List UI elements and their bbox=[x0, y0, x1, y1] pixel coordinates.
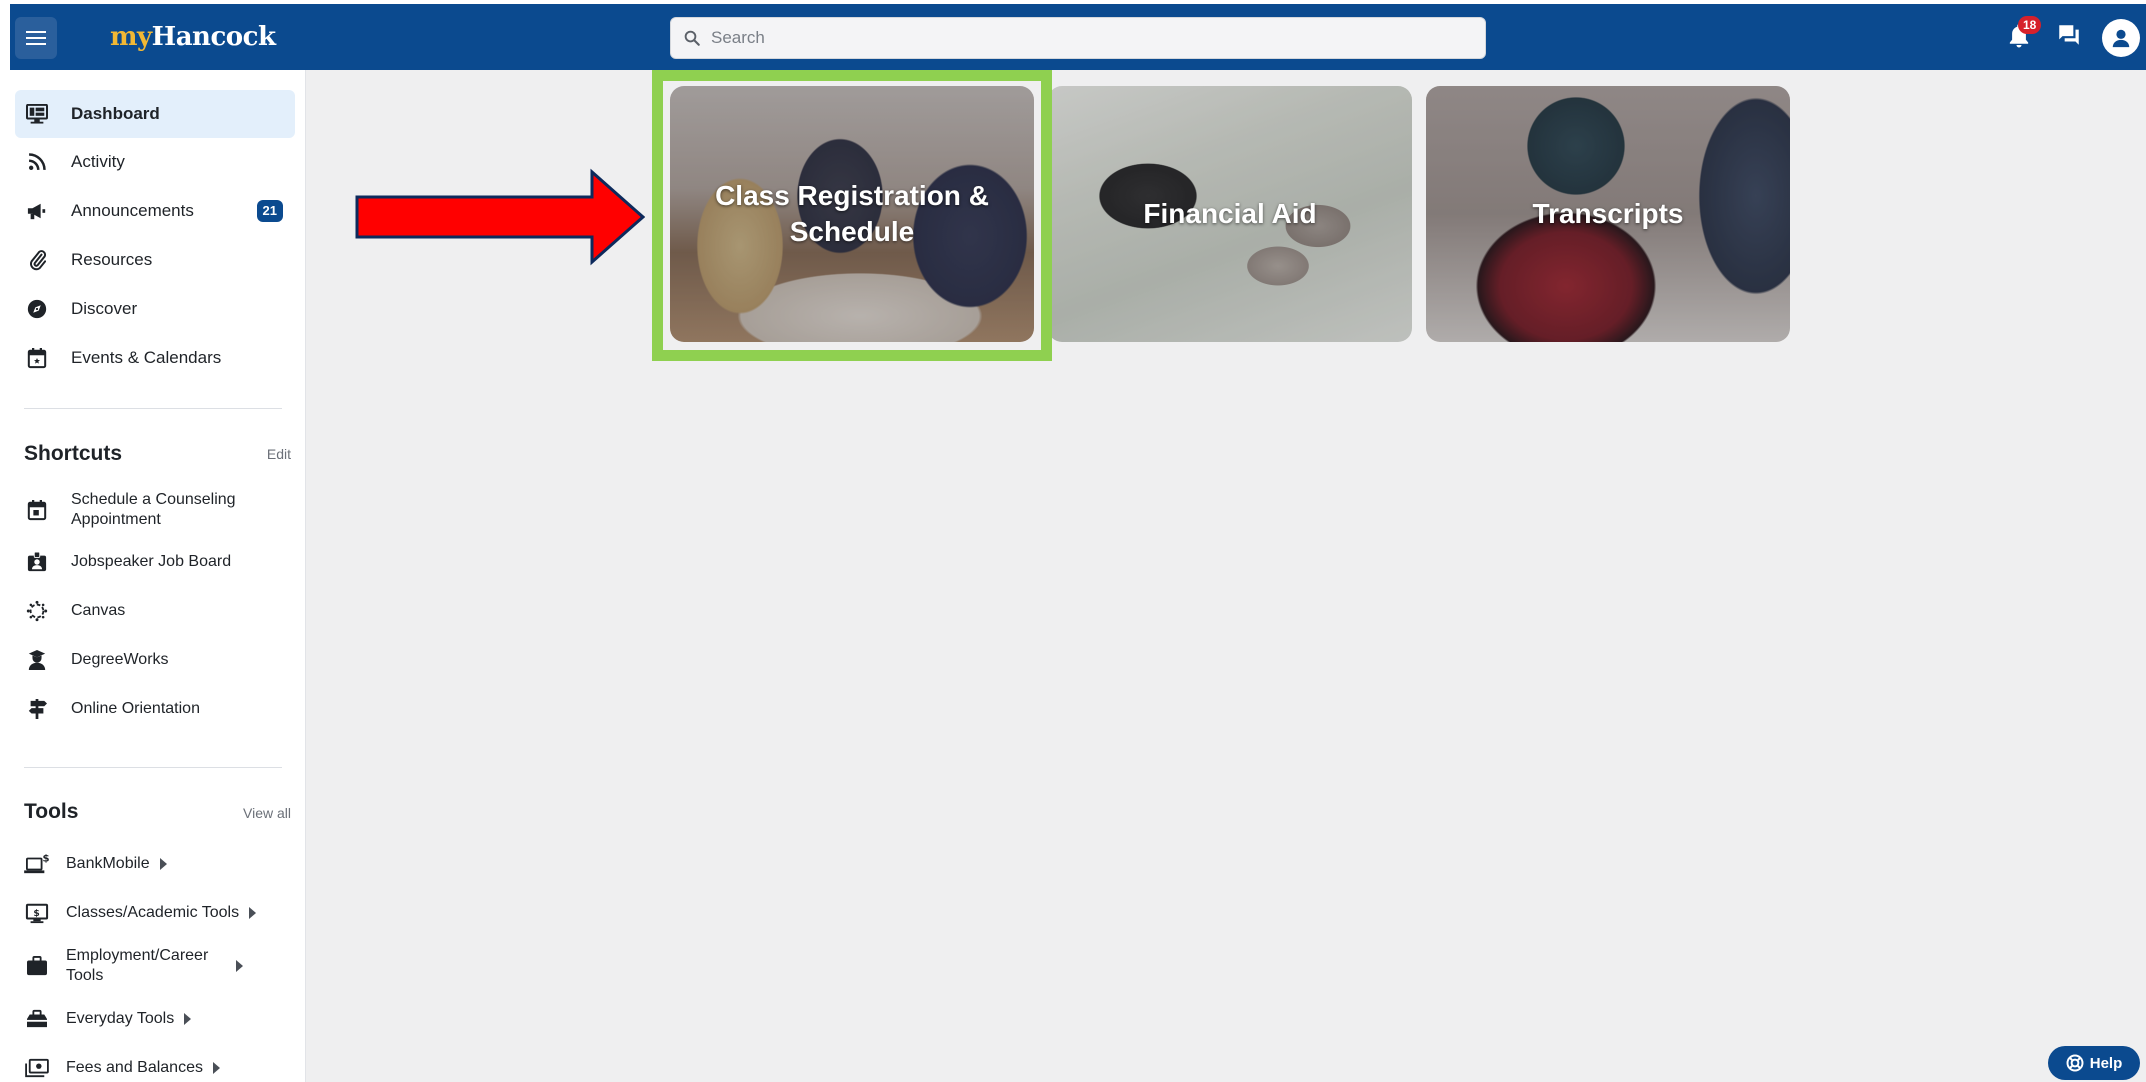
briefcase-icon bbox=[24, 954, 50, 978]
shortcut-schedule-counseling[interactable]: Schedule a Counseling Appointment bbox=[15, 490, 295, 530]
help-button[interactable]: Help bbox=[2048, 1046, 2140, 1080]
money-icon bbox=[24, 1056, 50, 1080]
tool-label: Classes/Academic Tools bbox=[66, 904, 240, 921]
shortcut-label: Canvas bbox=[71, 602, 126, 619]
tool-everyday[interactable]: Everyday Tools bbox=[10, 1007, 295, 1031]
dashboard-icon bbox=[25, 102, 49, 126]
expand-caret-icon[interactable] bbox=[249, 907, 257, 919]
highlight-box-annotation bbox=[652, 70, 1052, 361]
card-financial-aid[interactable]: Financial Aid bbox=[1048, 86, 1412, 342]
sidebar-item-activity[interactable]: Activity bbox=[15, 138, 295, 186]
shortcut-label: Online Orientation bbox=[71, 700, 200, 717]
search-bar[interactable] bbox=[670, 17, 1486, 59]
card-title: Financial Aid bbox=[1143, 198, 1317, 229]
search-icon bbox=[684, 30, 700, 46]
shortcut-canvas[interactable]: Canvas bbox=[15, 599, 295, 623]
sidebar-item-label: Events & Calendars bbox=[71, 348, 222, 367]
megaphone-icon bbox=[25, 199, 49, 223]
sidebar-item-announcements[interactable]: Announcements 21 bbox=[15, 187, 295, 235]
compass-icon bbox=[25, 297, 49, 321]
tool-label: Fees and Balances bbox=[66, 1059, 203, 1076]
sidebar-item-label: Dashboard bbox=[71, 104, 160, 123]
sidebar-divider bbox=[24, 767, 282, 768]
tool-label: BankMobile bbox=[66, 855, 150, 872]
tool-fees-balances[interactable]: Fees and Balances bbox=[10, 1056, 295, 1080]
sidebar-item-events-calendars[interactable]: Events & Calendars bbox=[15, 334, 295, 382]
search-input[interactable] bbox=[711, 28, 1471, 48]
lifebuoy-icon bbox=[2066, 1054, 2084, 1072]
svg-text:$: $ bbox=[33, 908, 39, 919]
sidebar-item-label: Activity bbox=[71, 152, 125, 171]
shortcuts-edit-link[interactable]: Edit bbox=[267, 446, 291, 462]
app-frame: myHancock 18 bbox=[10, 4, 2146, 1082]
hamburger-icon bbox=[26, 31, 46, 45]
sidebar-item-discover[interactable]: Discover bbox=[15, 285, 295, 333]
chat-icon bbox=[2059, 25, 2079, 45]
sidebar-item-dashboard[interactable]: Dashboard bbox=[15, 90, 295, 138]
tool-label: Employment/Career Tools bbox=[66, 947, 209, 984]
sidebar-divider bbox=[24, 408, 282, 409]
expand-caret-icon[interactable] bbox=[236, 960, 243, 972]
monitor-icon: $ bbox=[24, 901, 50, 925]
shortcuts-heading: Shortcuts bbox=[24, 442, 123, 465]
shortcut-label: DegreeWorks bbox=[71, 651, 169, 668]
signpost-icon bbox=[25, 697, 49, 721]
tool-employment-career[interactable]: Employment/Career Tools bbox=[10, 946, 295, 986]
expand-caret-icon[interactable] bbox=[184, 1013, 192, 1025]
tools-view-all-link[interactable]: View all bbox=[243, 805, 291, 821]
canvas-icon bbox=[25, 599, 49, 623]
tool-label: Everyday Tools bbox=[66, 1010, 175, 1027]
paperclip-icon bbox=[25, 248, 49, 272]
calendar-icon bbox=[25, 498, 49, 522]
shortcut-label: Schedule a Counseling Appointment bbox=[71, 491, 236, 528]
calendar-icon bbox=[25, 346, 49, 370]
help-label: Help bbox=[2089, 1054, 2123, 1072]
top-header: myHancock 18 bbox=[10, 4, 2146, 70]
tool-classes-academic[interactable]: $ Classes/Academic Tools bbox=[10, 901, 295, 925]
app-logo[interactable]: myHancock bbox=[110, 22, 276, 52]
shortcut-label: Jobspeaker Job Board bbox=[71, 553, 232, 570]
tools-heading: Tools bbox=[24, 800, 79, 823]
expand-caret-icon[interactable] bbox=[159, 858, 167, 870]
tool-bankmobile[interactable]: $ BankMobile bbox=[10, 852, 295, 876]
pointer-arrow-annotation bbox=[355, 168, 645, 266]
notification-count-badge: 18 bbox=[2018, 16, 2042, 34]
shortcut-degreeworks[interactable]: DegreeWorks bbox=[15, 648, 295, 672]
svg-text:$: $ bbox=[43, 853, 50, 864]
sidebar-item-resources[interactable]: Resources bbox=[15, 236, 295, 284]
menu-button[interactable] bbox=[15, 17, 57, 59]
sidebar-item-label: Resources bbox=[71, 250, 153, 269]
expand-caret-icon[interactable] bbox=[212, 1062, 220, 1074]
rss-icon bbox=[25, 150, 49, 174]
shortcut-online-orientation[interactable]: Online Orientation bbox=[15, 697, 295, 721]
card-transcripts[interactable]: Transcripts bbox=[1426, 86, 1790, 342]
messages-button[interactable] bbox=[2056, 22, 2082, 53]
laptop-dollar-icon: $ bbox=[24, 852, 50, 876]
graduate-icon bbox=[25, 648, 49, 672]
person-icon bbox=[2112, 29, 2130, 48]
sidebar: Dashboard Activity Announcements 21 Reso… bbox=[10, 70, 306, 1082]
id-badge-icon bbox=[25, 550, 49, 574]
shortcut-jobspeaker[interactable]: Jobspeaker Job Board bbox=[15, 550, 295, 574]
card-title: Transcripts bbox=[1532, 198, 1684, 229]
user-avatar[interactable] bbox=[2102, 19, 2140, 57]
toolbox-icon bbox=[24, 1007, 50, 1031]
sidebar-item-label: Discover bbox=[71, 299, 138, 318]
sidebar-item-label: Announcements bbox=[71, 201, 194, 220]
announcements-count-badge: 21 bbox=[256, 200, 283, 222]
